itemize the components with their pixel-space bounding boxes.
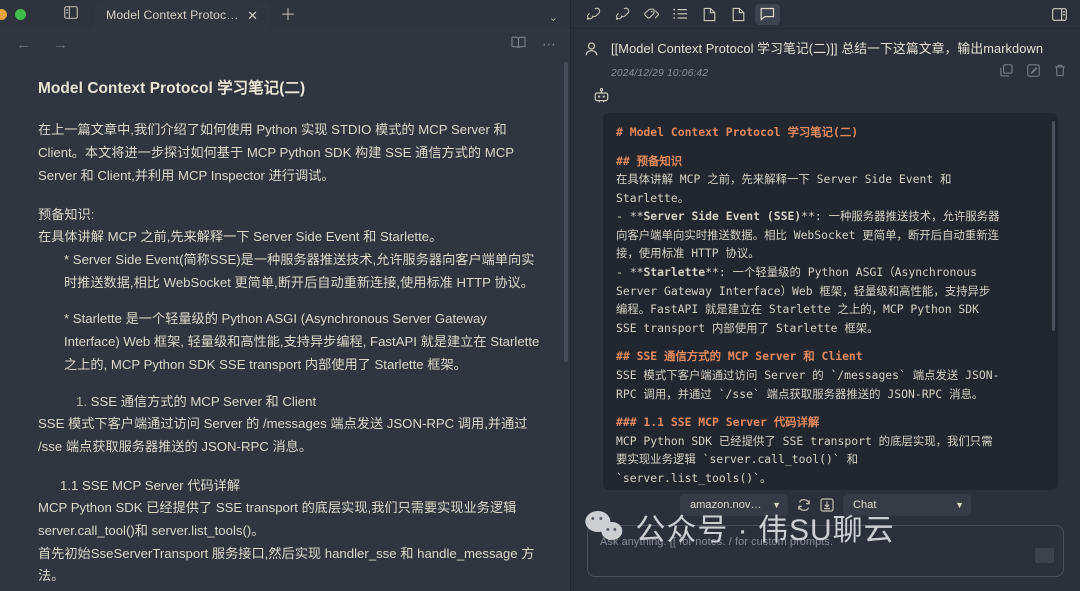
arrow-left-icon[interactable]: ← — [16, 36, 31, 53]
minimize-button[interactable] — [0, 9, 7, 20]
page-title: Model Context Protocol 学习笔记(二) — [38, 80, 306, 97]
chat-toolbar — [571, 0, 1080, 29]
app-window: Model Context Protocol ... ✕ ＋ ⌄ ← → ⋯ M… — [0, 0, 1080, 591]
document-scrollbar[interactable] — [564, 62, 568, 362]
chat-pane: [[Model Context Protocol 学习笔记(二)]] 总结一下这… — [571, 0, 1080, 591]
user-message-text: [[Model Context Protocol 学习笔记(二)]] 总结一下这… — [611, 41, 1044, 56]
list-icon[interactable] — [668, 4, 693, 25]
response-line: 要实现业务逻辑 `server.call_tool()` 和 — [616, 452, 858, 467]
intro-paragraph: 在上一篇文章中,我们介绍了如何使用 Python 实现 STDIO 模式的 MC… — [38, 122, 514, 183]
response-line: 在具体讲解 MCP 之前，先来解释一下 Server Side Event 和 — [616, 172, 952, 187]
response-line: - **Server Side Event (SSE)**: 一种服务器推送技术… — [616, 209, 1000, 224]
bullet-sse: * Server Side Event(简称SSE)是一种服务器推送技术,允许服… — [64, 252, 535, 290]
bullet-starlette: * Starlette 是一个轻量级的 Python ASGI (Asynchr… — [64, 311, 540, 372]
response-line: # Model Context Protocol 学习笔记(二) — [616, 123, 1045, 142]
response-line: 编程。FastAPI 就是建立在 Starlette 之上的，MCP Pytho… — [616, 302, 979, 317]
response-scrollbar[interactable] — [1052, 121, 1055, 331]
response-line — [616, 337, 1045, 347]
section-1-body: SSE 模式下客户端通过访问 Server 的 /messages 端点发送 J… — [38, 416, 528, 454]
message-timestamp: 2024/12/29 10:06:42 — [611, 67, 709, 79]
section-1-1-heading: 1.1 SSE MCP Server 代码详解 — [60, 477, 241, 493]
caret-down-icon: ▼ — [772, 500, 781, 510]
sidebar-toggle-icon[interactable] — [58, 0, 84, 29]
document-pane: Model Context Protocol ... ✕ ＋ ⌄ ← → ⋯ M… — [0, 0, 570, 591]
robot-icon — [593, 87, 610, 108]
prereq-intro: 在具体讲解 MCP 之前,先来解释一下 Server Side Event 和 … — [38, 229, 443, 245]
link-add-alt-icon[interactable] — [610, 4, 635, 25]
plus-icon[interactable]: ＋ — [280, 1, 296, 29]
save-icon[interactable] — [820, 498, 834, 512]
window-traffic-lights[interactable] — [0, 0, 52, 29]
document-alt-icon[interactable] — [726, 4, 751, 25]
edit-icon[interactable] — [1027, 64, 1040, 82]
response-line — [616, 403, 1045, 413]
response-line: MCP Python SDK 已经提供了 SSE transport 的底层实现… — [616, 433, 993, 448]
section-1-1-body-b: 首先初始SseServerTransport 服务接口,然后实现 handler… — [38, 545, 535, 584]
response-heading: ### 1.1 SSE MCP Server 代码详解 — [616, 415, 820, 430]
navbar-right-actions: ⋯ — [511, 36, 556, 53]
markdown-code-block: # Model Context Protocol 学习笔记(二) ## 预备知识在… — [603, 113, 1058, 490]
chat-input-placeholder: Ask anything. [[ for notes. / for custom… — [600, 536, 834, 548]
bot-avatar-row — [571, 82, 1080, 109]
response-line — [616, 142, 1045, 152]
ellipsis-icon[interactable]: ⋯ — [542, 36, 556, 53]
chat-bubble-icon[interactable] — [755, 3, 780, 25]
chat-input[interactable]: Ask anything. [[ for notes. / for custom… — [587, 525, 1064, 577]
section-1-number: 1. — [76, 393, 87, 409]
response-line: 接，使用标准 HTTP 协议。 — [616, 246, 760, 261]
browser-tab[interactable]: Model Context Protocol ... ✕ — [94, 1, 269, 29]
tab-title: Model Context Protocol ... — [106, 8, 240, 22]
arrow-right-icon[interactable]: → — [53, 36, 68, 53]
book-icon[interactable] — [511, 36, 526, 52]
tab-bar: Model Context Protocol ... ✕ ＋ ⌄ — [0, 0, 570, 29]
watermark-badge — [1035, 548, 1054, 563]
response-line: ## SSE 通信方式的 MCP Server 和 Client — [616, 347, 1045, 366]
response-heading: ## SSE 通信方式的 MCP Server 和 Client — [616, 349, 863, 364]
response-line: ## 预备知识 — [616, 152, 1045, 171]
response-line: SSE transport 内部使用了 Starlette 框架。 — [616, 320, 879, 335]
response-heading: # Model Context Protocol 学习笔记(二) — [616, 125, 859, 139]
response-line: Starlette。 — [616, 190, 690, 205]
close-icon[interactable]: ✕ — [245, 9, 260, 22]
maximize-button[interactable] — [15, 9, 26, 20]
delete-icon[interactable] — [1054, 64, 1066, 82]
section-1-heading: 1. SSE 通信方式的 MCP Server 和 Client — [38, 391, 544, 414]
model-select[interactable]: amazon.nova-pr... ▼ — [680, 494, 788, 516]
model-select-value: amazon.nova-pr... — [690, 499, 763, 511]
response-line: RPC 调用，并通过 `/sse` 端点获取服务器推送的 JSON-RPC 消息… — [616, 386, 984, 401]
response-line: Server Gateway Interface）Web 框架，轻量级和高性能，… — [616, 283, 991, 298]
section-1-title: SSE 通信方式的 MCP Server 和 Client — [90, 393, 317, 409]
link-add-icon[interactable] — [581, 4, 606, 25]
assistant-response-block: # Model Context Protocol 学习笔记(二) ## 预备知识在… — [571, 109, 1080, 490]
response-line: ### 1.1 SSE MCP Server 代码详解 — [616, 413, 1045, 432]
navigation-bar: ← → ⋯ — [0, 29, 570, 59]
prereq-label: 预备知识: — [38, 206, 95, 222]
mode-select-value: Chat — [853, 499, 877, 511]
message-actions — [1000, 64, 1066, 82]
document-icon[interactable] — [697, 4, 722, 25]
refresh-icon[interactable] — [797, 498, 811, 512]
chevron-down-icon[interactable]: ⌄ — [549, 11, 558, 24]
copy-icon[interactable] — [1000, 64, 1013, 82]
document-content: Model Context Protocol 学习笔记(二) 在上一篇文章中,我… — [0, 59, 570, 591]
response-line: `server.list_tools()`。 — [616, 470, 772, 485]
user-icon — [585, 40, 600, 61]
section-1-1-body-a: MCP Python SDK 已经提供了 SSE transport 的底层实现… — [38, 500, 517, 539]
message-meta-row: 2024/12/29 10:06:42 — [571, 63, 1080, 82]
user-message-header: [[Model Context Protocol 学习笔记(二)]] 总结一下这… — [571, 29, 1080, 63]
response-line: - **Starlette**: 一个轻量级的 Python ASGI（Asyn… — [616, 265, 977, 280]
chat-controls: amazon.nova-pr... ▼ Chat ▼ — [571, 490, 1080, 516]
caret-down-icon: ▼ — [955, 500, 964, 510]
response-line: SSE 模式下客户端通过访问 Server 的 `/messages` 端点发送… — [616, 367, 1000, 382]
response-line: 向客户端单向实时推送数据。相比 WebSocket 更简单，断开后自动重新连 — [616, 227, 999, 242]
response-heading: ## 预备知识 — [616, 153, 683, 168]
panel-right-icon[interactable] — [1047, 4, 1072, 25]
tags-icon[interactable] — [639, 4, 664, 25]
mode-select[interactable]: Chat ▼ — [843, 494, 971, 516]
